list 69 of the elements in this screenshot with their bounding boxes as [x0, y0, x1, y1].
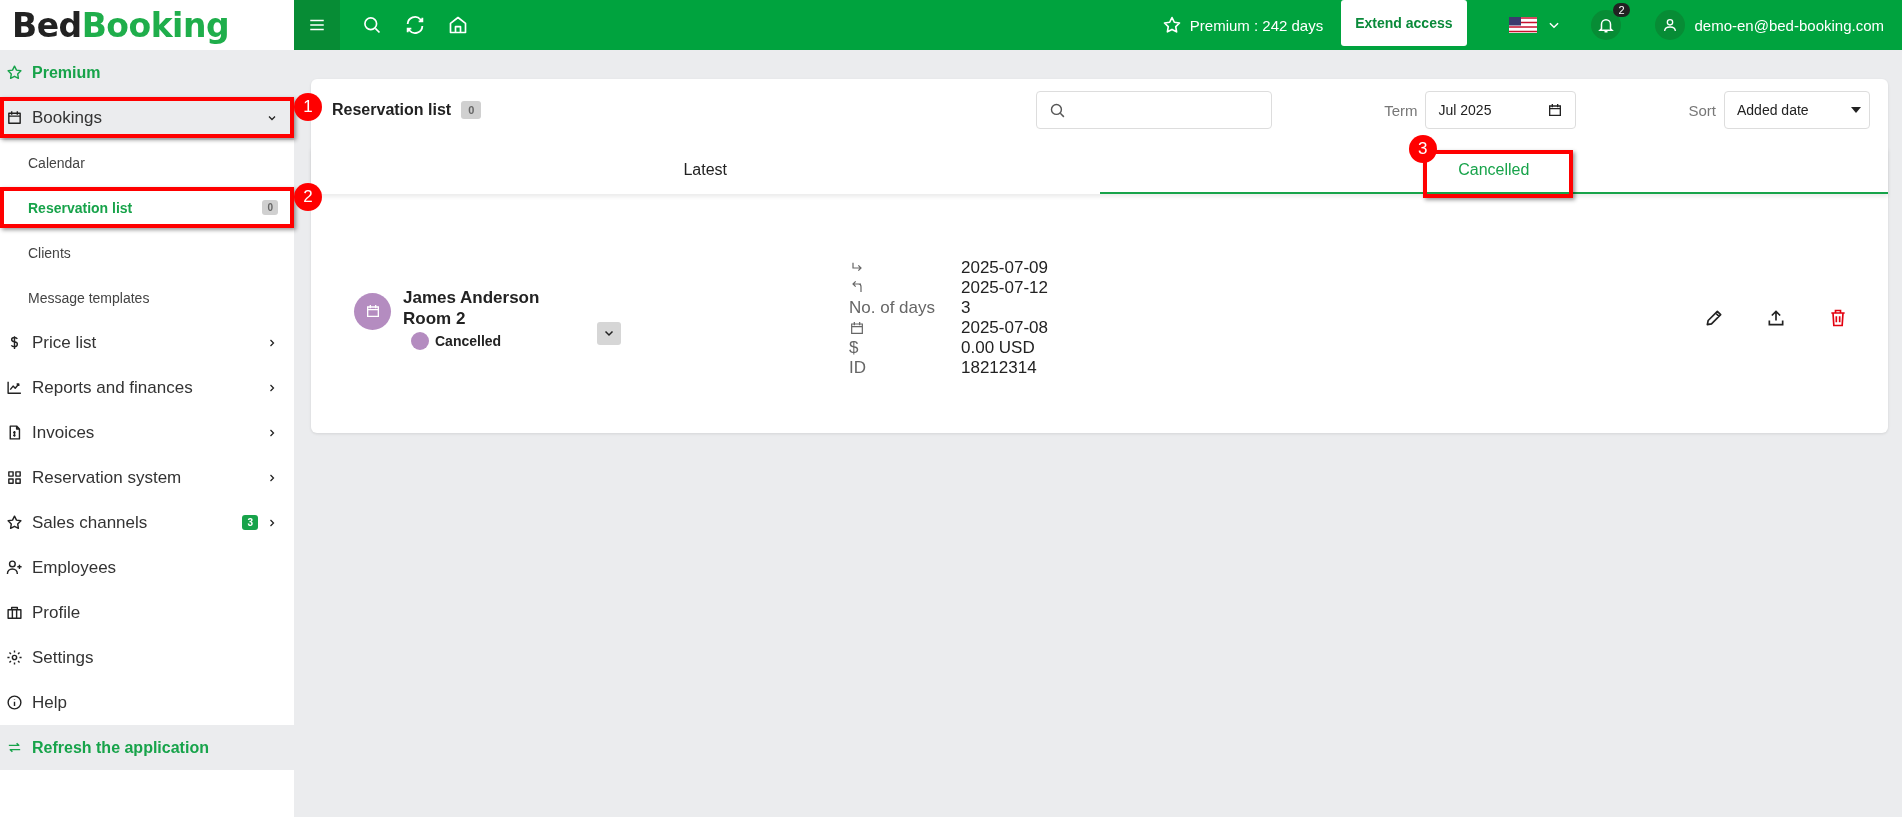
star-icon	[1161, 15, 1182, 35]
sidebar-item[interactable]: Reservation list 0	[0, 185, 294, 230]
logo: BedBooking	[0, 0, 294, 50]
upload-icon[interactable]	[1766, 308, 1786, 328]
flag-icon[interactable]	[1508, 17, 1537, 33]
sidebar-item[interactable]: Calendar	[0, 140, 294, 185]
sidebar-item[interactable]: Reports and finances	[0, 365, 294, 410]
star-icon	[6, 64, 23, 81]
calendar-icon	[1547, 102, 1564, 118]
detail-label: No. of days	[849, 298, 935, 318]
notifications-button[interactable]	[1590, 10, 1621, 40]
menu-button[interactable]	[294, 0, 340, 50]
detail-value: 0.00 USD	[961, 338, 1036, 358]
user-icon	[1661, 17, 1678, 33]
sidebar-item[interactable]: Settings	[0, 635, 294, 680]
step-number: 2	[294, 183, 322, 211]
delete-icon[interactable]	[1828, 308, 1848, 328]
expand-button[interactable]	[597, 321, 621, 345]
detail-value: 2025-07-12	[961, 278, 1048, 298]
user-avatar[interactable]	[1654, 10, 1685, 40]
sidebar-item[interactable]: Employees	[0, 545, 294, 590]
step-number: 3	[1408, 135, 1437, 163]
search-field[interactable]	[1036, 91, 1273, 129]
calendar-icon	[364, 303, 381, 319]
calendar-icon	[849, 320, 865, 336]
detail-label: $	[849, 338, 859, 358]
chart-icon	[6, 379, 23, 396]
grid-icon	[6, 469, 23, 486]
sidebar-item[interactable]: Invoices	[0, 410, 294, 455]
term-field[interactable]: Jul 2025	[1425, 91, 1577, 129]
sidebar-item[interactable]: Clients	[0, 230, 294, 275]
count-badge: 0	[262, 200, 278, 215]
settings-icon	[6, 649, 23, 666]
detail-value: 2025-07-08	[961, 318, 1048, 338]
bell-icon	[1596, 16, 1615, 34]
count-badge: 0	[461, 101, 482, 119]
search-icon[interactable]	[362, 15, 382, 35]
step-number: 1	[294, 93, 322, 121]
detail-label: ID	[849, 358, 866, 378]
sidebar-item[interactable]: Price list	[0, 320, 294, 365]
sidebar-item[interactable]: Help	[0, 680, 294, 725]
sidebar-item[interactable]: Sales channels 3	[0, 500, 294, 545]
status-label: Cancelled	[435, 332, 502, 349]
sidebar-item[interactable]: Profile	[0, 590, 294, 635]
refresh-icon[interactable]	[404, 14, 426, 36]
premium-days: Premium : 242 days	[1189, 16, 1324, 34]
count-badge: 3	[242, 515, 258, 530]
caret-icon	[1851, 107, 1861, 113]
briefcase-icon	[6, 604, 23, 621]
detail-value: 3	[961, 298, 972, 318]
sidebar-item[interactable]: Reservation system	[0, 455, 294, 500]
star-icon	[6, 514, 23, 531]
calendar-icon	[6, 109, 23, 126]
edit-icon[interactable]	[1704, 308, 1724, 328]
sidebar-item[interactable]: Message templates	[0, 275, 294, 320]
sort-dropdown[interactable]: Added date	[1724, 91, 1870, 129]
detail-value: 2025-07-09	[961, 258, 1048, 278]
extend-access-button[interactable]: Extend access	[1341, 0, 1467, 46]
detail-value: 18212314	[961, 358, 1038, 378]
term-label: Term	[1384, 101, 1418, 119]
user-plus-icon	[6, 559, 23, 576]
info-icon	[6, 694, 23, 711]
notification-count: 2	[1613, 3, 1630, 17]
guest-name: James Anderson	[403, 286, 541, 308]
sort-label: Sort	[1688, 101, 1716, 119]
home-icon[interactable]	[448, 15, 468, 35]
search-icon	[1049, 101, 1067, 119]
room-name: Room 2	[403, 307, 467, 329]
page-title: Reservation list	[332, 101, 452, 119]
